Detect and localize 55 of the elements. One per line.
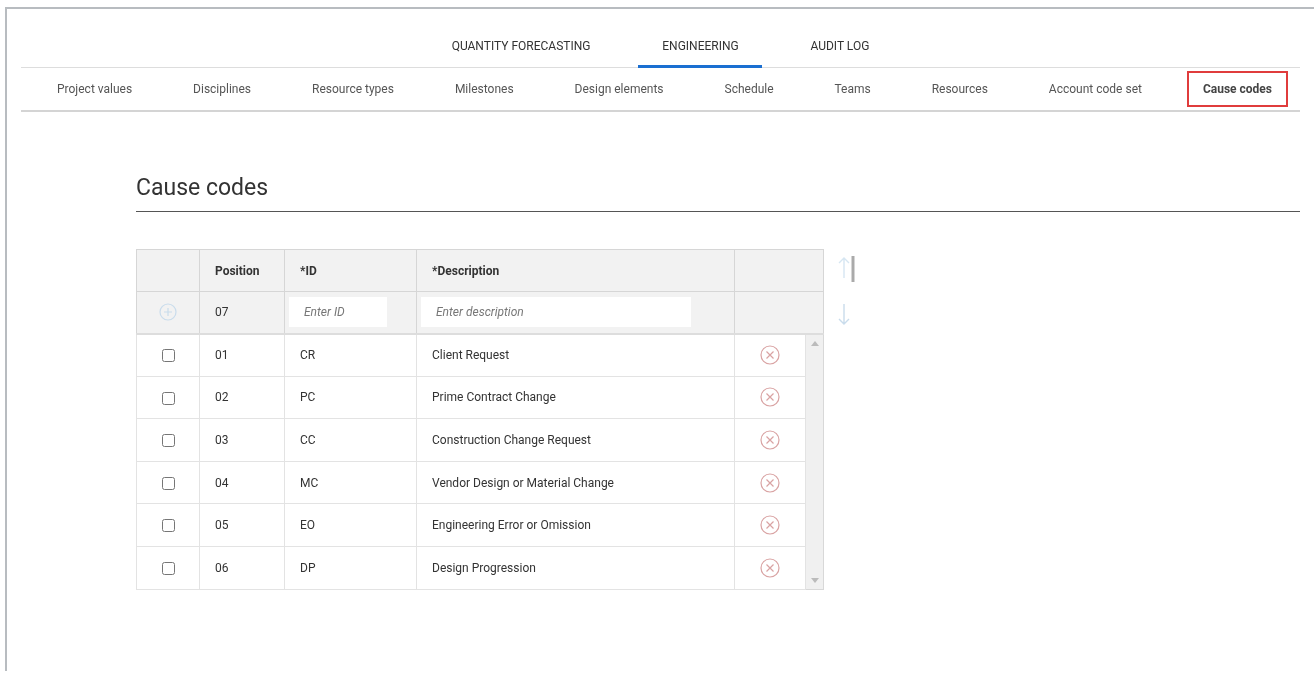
table-cell: CR <box>300 348 316 363</box>
page-heading: Cause codes <box>136 174 1300 212</box>
sub-tab[interactable]: Project values <box>41 71 149 107</box>
sub-tab[interactable]: Teams <box>818 71 887 107</box>
sub-tab[interactable]: Account code set <box>1032 71 1158 107</box>
row-checkbox[interactable] <box>161 519 175 533</box>
row-checkbox[interactable] <box>161 434 175 448</box>
delete-icon[interactable] <box>760 472 780 493</box>
sub-tab[interactable]: Milestones <box>438 71 530 107</box>
table-cell: DP <box>300 560 316 575</box>
table-cell: MC <box>300 475 319 490</box>
table-cell: EO <box>300 518 316 533</box>
table-cell: 07 <box>215 305 229 320</box>
table-cell: Design Progression <box>432 560 536 575</box>
column-header: *Description <box>432 263 500 278</box>
delete-icon[interactable] <box>760 429 780 450</box>
table-cell: 02 <box>215 390 229 405</box>
sub-tab[interactable]: Schedule <box>708 71 790 107</box>
delete-icon[interactable] <box>760 387 780 408</box>
delete-icon[interactable] <box>760 515 780 536</box>
table-cell: 06 <box>215 560 229 575</box>
sub-tab[interactable]: Resource types <box>296 71 410 107</box>
sub-tab[interactable]: Design elements <box>558 71 680 107</box>
row-checkbox[interactable] <box>161 391 175 405</box>
add-icon[interactable] <box>159 303 177 322</box>
move-down-icon[interactable] <box>838 304 850 326</box>
table-cell: CC <box>300 432 316 447</box>
top-tab[interactable]: ENGINEERING <box>638 19 763 68</box>
table-cell: 03 <box>215 432 229 447</box>
description-field[interactable]: Enter description <box>421 297 691 328</box>
table-cell: Engineering Error or Omission <box>432 518 591 533</box>
move-up-icon[interactable] <box>838 256 856 282</box>
table-cell: Construction Change Request <box>432 432 591 447</box>
table-cell: Vendor Design or Material Change <box>432 475 614 490</box>
delete-icon[interactable] <box>760 345 780 366</box>
table-cell: 04 <box>215 475 229 490</box>
sub-tab[interactable]: Disciplines <box>177 71 268 107</box>
table-cell: 05 <box>215 518 229 533</box>
top-tab[interactable]: QUANTITY FORECASTING <box>431 19 611 68</box>
table-cell: Prime Contract Change <box>432 390 556 405</box>
id-field[interactable]: Enter ID <box>289 297 387 328</box>
table-cell: PC <box>300 390 316 405</box>
sub-tab[interactable]: Resources <box>915 71 1004 107</box>
column-header: *ID <box>300 263 317 278</box>
top-tab[interactable]: AUDIT LOG <box>790 19 890 68</box>
row-checkbox[interactable] <box>161 561 175 575</box>
delete-icon[interactable] <box>760 557 780 578</box>
column-header: Position <box>215 263 260 278</box>
row-checkbox[interactable] <box>161 476 175 490</box>
scroll-up-icon[interactable] <box>810 340 819 346</box>
sub-tab[interactable]: Cause codes <box>1186 71 1288 107</box>
scroll-down-icon[interactable] <box>810 577 819 583</box>
row-checkbox[interactable] <box>161 349 175 363</box>
table-cell: Client Request <box>432 348 510 363</box>
table-cell: 01 <box>215 348 229 363</box>
